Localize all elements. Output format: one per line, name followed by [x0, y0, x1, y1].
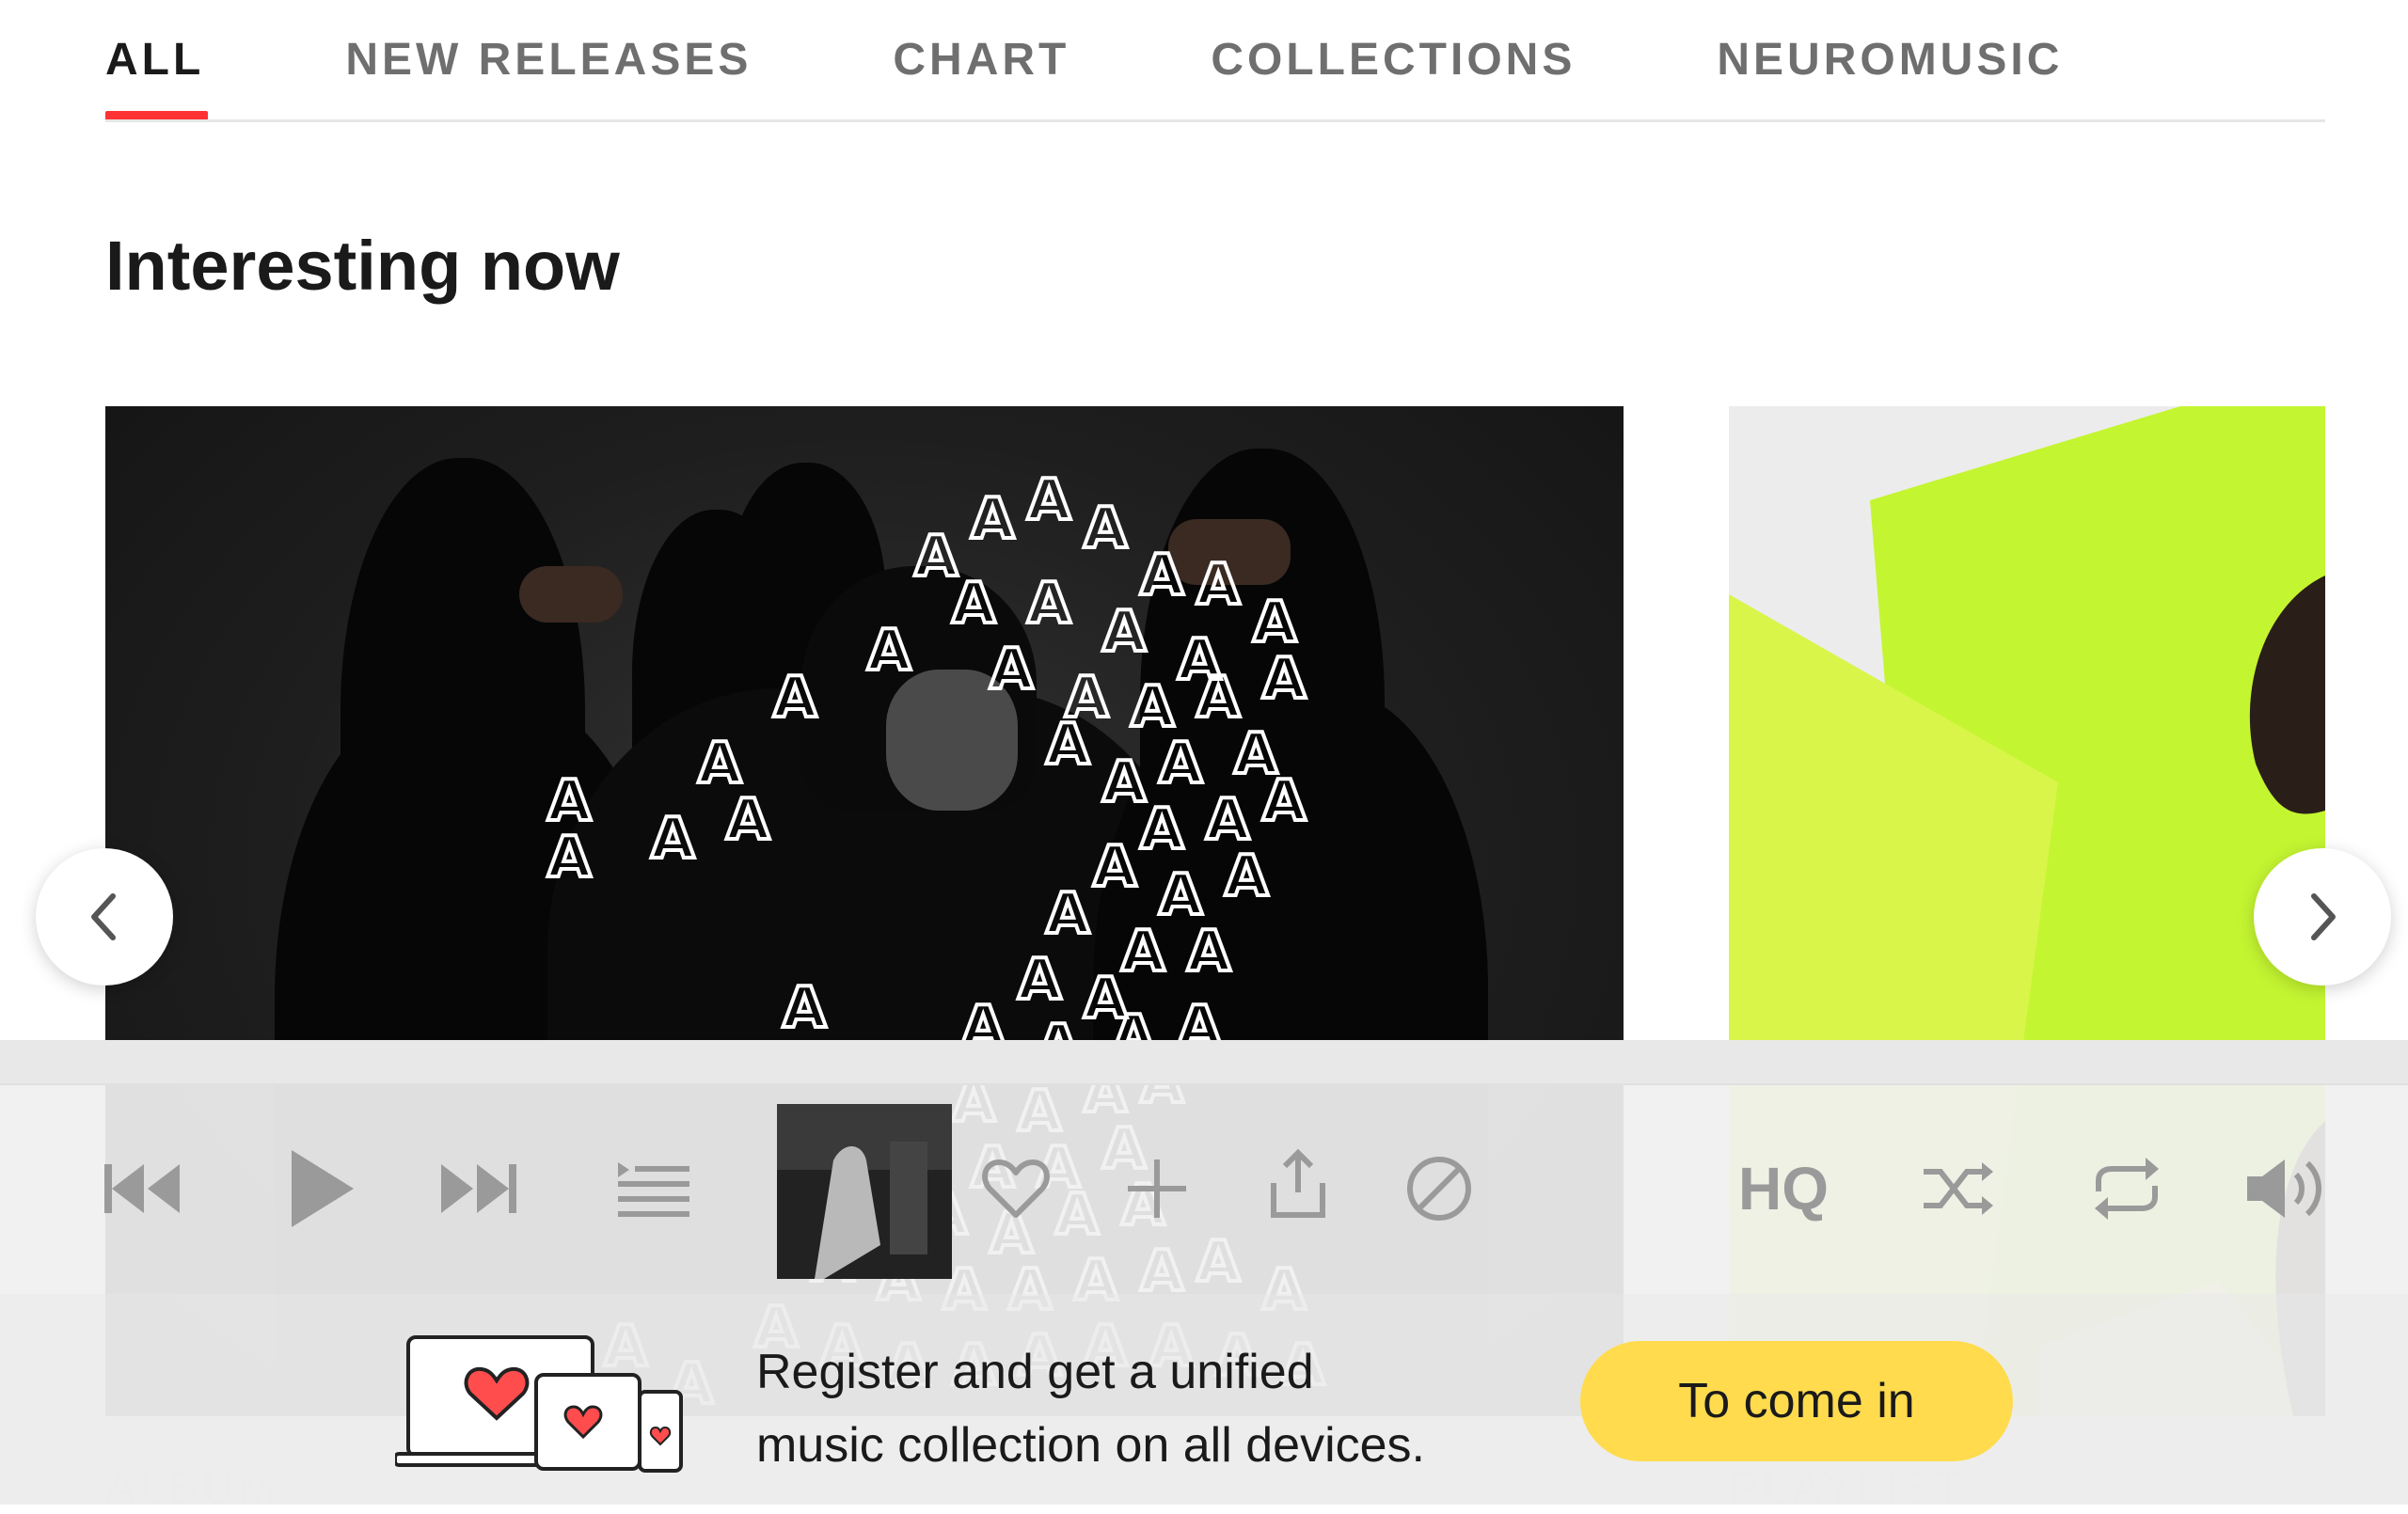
- tab-collections[interactable]: COLLECTIONS: [1211, 0, 1576, 120]
- chevron-left-icon: [91, 893, 116, 940]
- player-progress-track[interactable]: [0, 1040, 2408, 1083]
- queue-button[interactable]: [611, 1151, 696, 1226]
- svg-text:A: A: [1102, 599, 1147, 665]
- carousel-prev-button[interactable]: [36, 848, 173, 986]
- tab-chart[interactable]: CHART: [893, 0, 1069, 120]
- svg-text:A: A: [990, 637, 1034, 702]
- carousel-next-button[interactable]: [2254, 848, 2391, 986]
- repeat-button[interactable]: [2084, 1151, 2169, 1226]
- section-title: Interesting now: [105, 227, 620, 305]
- block-icon: [1407, 1157, 1471, 1221]
- add-button[interactable]: [1119, 1151, 1195, 1226]
- svg-text:A: A: [971, 486, 1015, 552]
- svg-text:A: A: [698, 731, 742, 796]
- svg-text:A: A: [1018, 947, 1062, 1013]
- svg-text:A: A: [952, 571, 996, 637]
- shuffle-icon: [1924, 1162, 1993, 1215]
- volume-icon: [2247, 1159, 2321, 1218]
- play-icon: [292, 1150, 354, 1227]
- banner-message: Register and get a unified music collect…: [756, 1335, 1425, 1482]
- tab-neuromusic[interactable]: NEUROMUSIC: [1717, 0, 2063, 120]
- svg-text:A: A: [726, 787, 770, 853]
- next-icon: [441, 1164, 516, 1213]
- player-bar: HQ: [0, 1083, 2408, 1294]
- svg-text:A: A: [1196, 552, 1241, 618]
- svg-text:A: A: [1121, 919, 1165, 985]
- shuffle-button[interactable]: [1915, 1151, 2000, 1226]
- svg-text:A: A: [651, 806, 695, 872]
- svg-text:A: A: [1027, 571, 1071, 637]
- svg-text:A: A: [773, 665, 817, 731]
- register-banner: Register and get a unified music collect…: [0, 1294, 2408, 1505]
- banner-line-2: music collection on all devices.: [756, 1418, 1425, 1473]
- queue-icon: [618, 1162, 689, 1217]
- svg-text:A: A: [1093, 834, 1137, 900]
- block-button[interactable]: [1402, 1151, 1477, 1226]
- tab-bar: ALL NEW RELEASES CHART COLLECTIONS NEURO…: [105, 0, 2325, 122]
- devices-illustration: [395, 1335, 683, 1473]
- svg-text:A: A: [1084, 496, 1128, 561]
- heart-icon: [982, 1159, 1050, 1218]
- svg-text:A: A: [1225, 844, 1269, 909]
- banner-line-1: Register and get a unified: [756, 1345, 1314, 1399]
- play-button[interactable]: [273, 1137, 367, 1240]
- chevron-right-icon: [2311, 893, 2336, 940]
- svg-text:A: A: [1262, 646, 1307, 712]
- next-button[interactable]: [433, 1151, 527, 1226]
- volume-button[interactable]: [2239, 1151, 2333, 1226]
- prev-icon: [104, 1164, 180, 1213]
- share-button[interactable]: [1260, 1142, 1336, 1226]
- tab-all[interactable]: ALL: [105, 0, 209, 120]
- tab-row: ALL NEW RELEASES CHART COLLECTIONS NEURO…: [105, 0, 2325, 120]
- svg-text:A: A: [1027, 467, 1071, 533]
- svg-text:A: A: [867, 618, 911, 684]
- svg-text:A: A: [1159, 731, 1203, 796]
- tabs-divider: [105, 119, 2325, 122]
- plus-icon: [1128, 1159, 1186, 1218]
- svg-text:A: A: [1187, 919, 1231, 985]
- prev-button[interactable]: [94, 1151, 188, 1226]
- track-cover[interactable]: [777, 1104, 952, 1279]
- svg-text:A: A: [547, 825, 592, 891]
- svg-text:A: A: [547, 768, 592, 834]
- hq-toggle[interactable]: HQ: [1727, 1151, 1840, 1226]
- repeat-icon: [2095, 1158, 2159, 1220]
- svg-text:A: A: [1046, 881, 1090, 947]
- svg-text:A: A: [1262, 768, 1307, 834]
- track-cover-art: [777, 1104, 952, 1279]
- svg-text:A: A: [1140, 796, 1184, 862]
- share-icon: [1271, 1149, 1325, 1218]
- svg-text:A: A: [783, 975, 827, 1041]
- svg-text:A: A: [1046, 712, 1090, 778]
- tab-new-releases[interactable]: NEW RELEASES: [345, 0, 752, 120]
- svg-text:A: A: [1140, 543, 1184, 608]
- like-button[interactable]: [978, 1151, 1054, 1226]
- login-button[interactable]: To come in: [1580, 1341, 2013, 1461]
